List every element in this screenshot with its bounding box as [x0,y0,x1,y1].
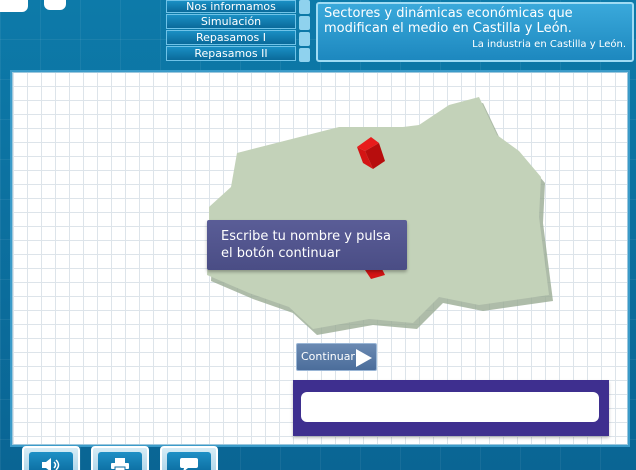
continue-button[interactable]: Continuar [296,343,377,371]
unit-subtitle: La industria en Castilla y León. [472,39,626,50]
speech-bubble-icon [180,458,198,470]
instruction-card: Escribe tu nombre y pulsa el botón conti… [207,220,407,270]
continue-label: Continuar [301,350,355,363]
map-region [207,97,549,329]
menu-item-nos-informamos[interactable]: Nos informamos [166,0,296,13]
menu-item-repasamos-1[interactable]: Repasamos I [166,30,296,45]
menu-item-repasamos-2[interactable]: Repasamos II [166,46,296,61]
unit-title-box: Sectores y dinámicas económicas que modi… [316,2,634,62]
menu-bullet [299,32,310,46]
menu-bullets [299,0,311,64]
menu-bullet [299,0,310,14]
speaker-icon [42,458,60,470]
print-button[interactable] [91,446,149,470]
menu-bullet [299,16,310,30]
play-arrow-icon [356,349,372,367]
name-input[interactable] [301,392,599,422]
printer-icon [111,458,129,470]
name-input-frame [293,380,609,436]
unit-title: Sectores y dinámicas económicas que modi… [324,6,573,36]
sound-button[interactable] [22,446,80,470]
menu-bullet [299,48,310,62]
section-menu: Nos informamos Simulación Repasamos I Re… [166,0,296,62]
menu-item-simulacion[interactable]: Simulación [166,14,296,29]
help-button[interactable] [160,446,218,470]
frame-corner-tab [44,0,66,10]
frame-corner [0,0,28,12]
